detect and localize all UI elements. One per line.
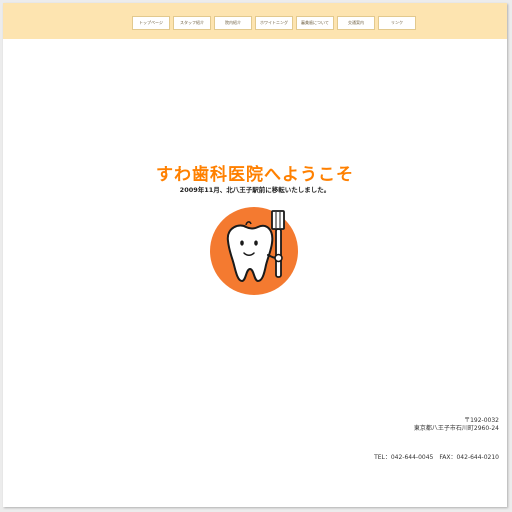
street-address: 東京都八王子市石川町2960-24 (413, 425, 499, 432)
fax-number: FAX：042-644-0210 (439, 454, 499, 461)
nav-item-label: トップページ (139, 20, 163, 25)
nav-item-top[interactable]: トップページ (132, 16, 170, 30)
clinic-address: 〒192-0032 東京都八王子市石川町2960-24 (414, 417, 499, 433)
nav-item-staff[interactable]: スタッフ紹介 (173, 16, 211, 30)
nav-item-label: 交通案内 (348, 20, 364, 25)
header-bar: トップページ スタッフ紹介 院内紹介 ホワイトニング 審美歯について 交通案内 … (3, 3, 507, 39)
nav-item-aesthetic[interactable]: 審美歯について (296, 16, 334, 30)
nav-item-label: スタッフ紹介 (180, 20, 204, 25)
main-nav: トップページ スタッフ紹介 院内紹介 ホワイトニング 審美歯について 交通案内 … (132, 16, 416, 30)
nav-item-links[interactable]: リンク (378, 16, 416, 30)
nav-item-label: ホワイトニング (260, 20, 288, 25)
welcome-heading: すわ歯科医院へようこそ (156, 165, 354, 186)
nav-item-label: リンク (391, 20, 403, 25)
nav-item-label: 審美歯について (301, 20, 329, 25)
nav-item-clinic[interactable]: 院内紹介 (214, 16, 252, 30)
postal-code: 〒192-0032 (464, 417, 499, 424)
tel-number: TEL：042-644-0045 (374, 454, 434, 461)
tooth-with-toothbrush-icon (210, 207, 298, 295)
contact-info: TEL：042-644-0045 FAX：042-644-0210 (374, 452, 499, 461)
nav-item-label: 院内紹介 (225, 20, 241, 25)
page: トップページ スタッフ紹介 院内紹介 ホワイトニング 審美歯について 交通案内 … (3, 3, 507, 507)
nav-item-access[interactable]: 交通案内 (337, 16, 375, 30)
nav-item-whitening[interactable]: ホワイトニング (255, 16, 293, 30)
relocation-notice: 2009年11月、北八王子駅前に移転いたしました。 (179, 185, 331, 194)
